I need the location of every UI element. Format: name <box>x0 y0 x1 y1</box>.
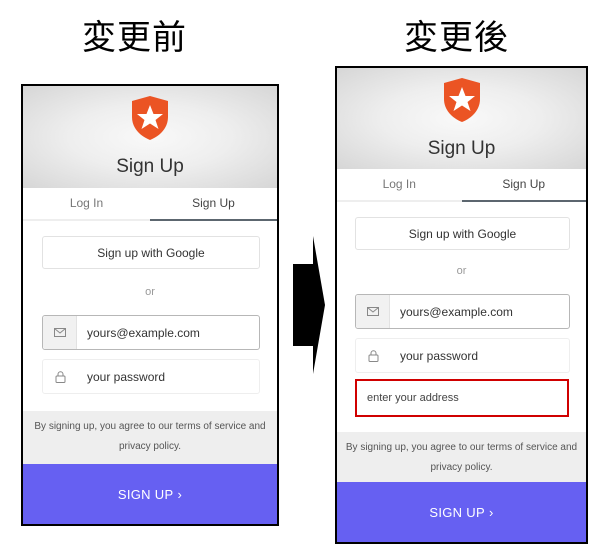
lock-icon <box>356 339 390 372</box>
caption-after: 変更後 <box>404 18 509 58</box>
tab-signup[interactable]: Sign Up <box>150 188 277 221</box>
signup-panel-after: Sign Up Log In Sign Up Sign up with Goog… <box>335 66 588 544</box>
form-title: Sign Up <box>116 156 184 177</box>
shield-star-icon <box>132 96 168 140</box>
or-divider: or <box>456 265 467 277</box>
header: Sign Up <box>337 68 586 169</box>
email-placeholder: yours@example.com <box>400 304 513 319</box>
chevron-right-icon: › <box>488 504 494 520</box>
header: Sign Up <box>23 86 277 188</box>
form-title: Sign Up <box>427 138 496 159</box>
submit-label: SIGN UP <box>429 504 485 520</box>
tab-login[interactable]: Log In <box>337 169 462 202</box>
password-input[interactable]: your password <box>42 359 260 394</box>
envelope-icon <box>356 295 390 328</box>
envelope-icon <box>43 316 77 349</box>
chevron-right-icon: › <box>177 486 183 502</box>
tab-bar: Log In Sign Up <box>337 169 586 202</box>
password-placeholder: your password <box>400 348 479 363</box>
password-input[interactable]: your password <box>355 338 570 373</box>
email-input[interactable]: yours@example.com <box>355 294 570 329</box>
email-input[interactable]: yours@example.com <box>42 315 260 350</box>
signup-submit-button[interactable]: SIGN UP › <box>337 482 586 542</box>
signup-submit-button[interactable]: SIGN UP › <box>23 464 277 524</box>
google-signup-button[interactable]: Sign up with Google <box>355 217 570 250</box>
address-input[interactable]: enter your address <box>355 379 569 417</box>
submit-label: SIGN UP <box>117 486 174 502</box>
tab-signup[interactable]: Sign Up <box>461 169 586 202</box>
password-placeholder: your password <box>87 369 166 384</box>
google-signup-button[interactable]: Sign up with Google <box>42 236 260 269</box>
terms-text: By signing up, you agree to our terms of… <box>337 432 586 485</box>
signup-panel-before: Sign Up Log In Sign Up Sign up with Goog… <box>21 84 279 526</box>
tab-login[interactable]: Log In <box>23 188 150 221</box>
or-divider: or <box>145 286 155 298</box>
terms-line-2: privacy policy. <box>430 462 493 473</box>
terms-line-1: By signing up, you agree to our terms of… <box>34 421 266 432</box>
caption-before: 変更前 <box>82 18 187 58</box>
terms-text: By signing up, you agree to our terms of… <box>23 411 277 464</box>
email-placeholder: yours@example.com <box>87 325 200 340</box>
tab-bar: Log In Sign Up <box>23 188 277 221</box>
shield-star-icon <box>443 78 480 122</box>
terms-line-1: By signing up, you agree to our terms of… <box>345 442 578 453</box>
right-arrow-icon <box>293 236 325 374</box>
lock-icon <box>43 360 77 393</box>
terms-line-2: privacy policy. <box>118 441 182 452</box>
